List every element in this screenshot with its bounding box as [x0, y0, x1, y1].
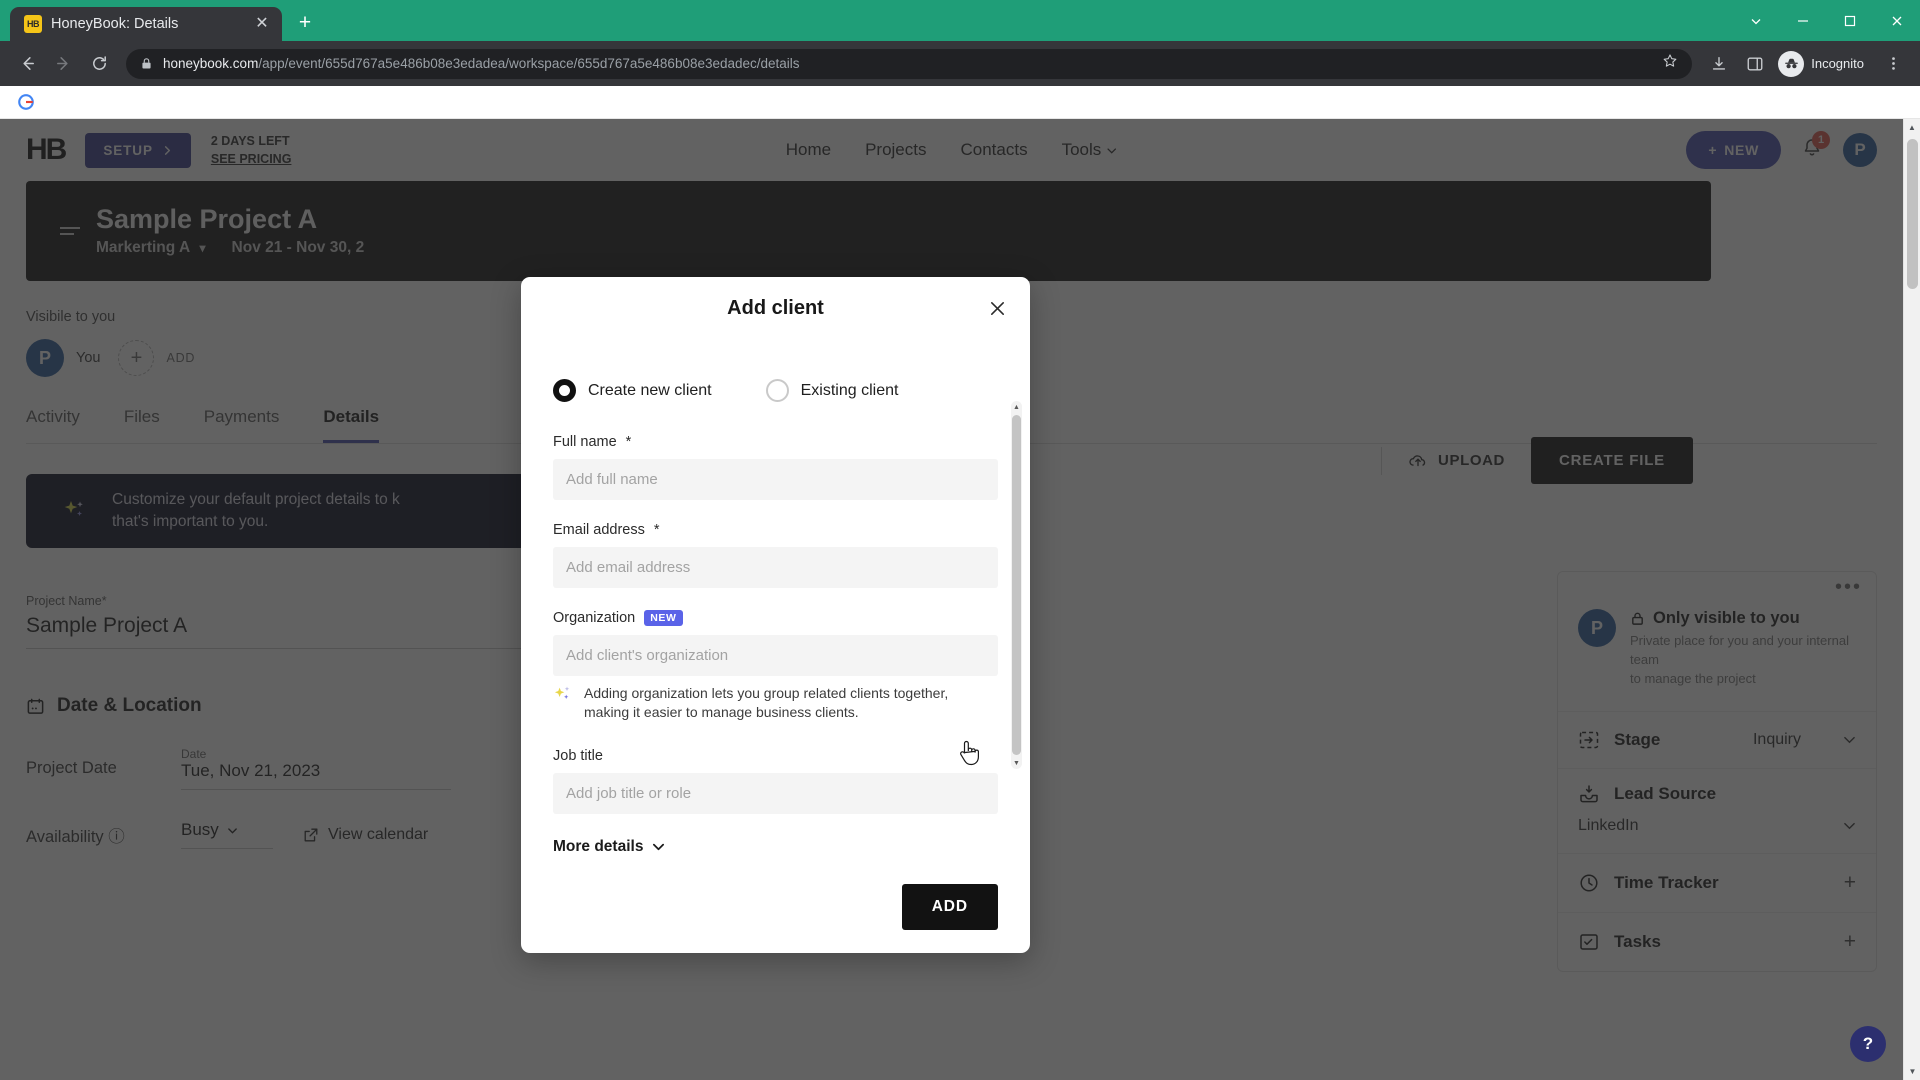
- new-tab-button[interactable]: +: [288, 5, 322, 39]
- modal-title: Add client: [727, 296, 824, 319]
- job-title-input[interactable]: Add job title or role: [553, 772, 998, 814]
- organization-input[interactable]: Add client's organization: [553, 635, 998, 676]
- close-icon[interactable]: [982, 293, 1012, 323]
- more-details-label: More details: [553, 837, 644, 855]
- add-button[interactable]: ADD: [901, 884, 998, 930]
- modal-footer: ADD: [521, 861, 1030, 953]
- radio-existing-client[interactable]: Existing client: [765, 379, 899, 402]
- page-viewport: HB SETUP 2 DAYS LEFT SEE PRICING Home Pr…: [0, 119, 1920, 1080]
- address-bar[interactable]: honeybook.com/app/event/655d767a5e486b08…: [126, 48, 1693, 79]
- organization-hint-text: Adding organization lets you group relat…: [584, 684, 948, 722]
- three-dot-menu-icon[interactable]: [1876, 47, 1910, 81]
- client-type-radio-group: Create new client Existing client: [553, 379, 998, 402]
- mouse-cursor-pointer-icon: [960, 740, 979, 766]
- modal-scrollbar[interactable]: ▲ ▼: [1011, 401, 1022, 769]
- tab-search-chevron-icon[interactable]: [1732, 0, 1779, 41]
- incognito-icon: [1778, 50, 1805, 77]
- organization-hint-line1: Adding organization lets you group relat…: [584, 685, 949, 701]
- bookmark-star-icon[interactable]: [1662, 53, 1678, 74]
- job-title-field: Job title Add job title or role: [553, 748, 998, 814]
- incognito-profile-button[interactable]: Incognito: [1774, 48, 1874, 80]
- required-marker: *: [625, 434, 632, 450]
- job-title-label: Job title: [553, 747, 603, 764]
- lock-icon: [140, 57, 153, 70]
- radio-create-new-client-label: Create new client: [588, 381, 712, 399]
- full-name-label-text: Full name: [553, 434, 617, 450]
- chevron-down-icon: [653, 844, 665, 851]
- modal-scroll-down-arrow-icon[interactable]: ▼: [1011, 757, 1022, 769]
- back-arrow-icon[interactable]: [10, 47, 44, 81]
- side-panel-icon[interactable]: [1738, 47, 1772, 81]
- required-marker: *: [653, 522, 660, 538]
- google-g-icon: [18, 94, 34, 110]
- modal-header: Add client: [521, 277, 1030, 339]
- browser-tab[interactable]: HB HoneyBook: Details ✕: [10, 7, 282, 41]
- url-text: honeybook.com/app/event/655d767a5e486b08…: [163, 56, 800, 71]
- radio-create-new-client[interactable]: Create new client: [553, 379, 712, 402]
- incognito-label: Incognito: [1811, 56, 1864, 71]
- email-address-label-text: Email address: [553, 522, 645, 538]
- reload-icon[interactable]: [82, 47, 116, 81]
- scroll-up-arrow-icon[interactable]: ▲: [1904, 119, 1920, 136]
- tab-title: HoneyBook: Details: [51, 16, 179, 32]
- browser-toolbar: honeybook.com/app/event/655d767a5e486b08…: [0, 41, 1920, 86]
- organization-label: Organization NEW: [553, 610, 998, 626]
- tab-strip: HB HoneyBook: Details ✕ +: [0, 0, 1920, 41]
- organization-hint-line2: making it easier to manage business clie…: [584, 703, 859, 720]
- forward-arrow-icon[interactable]: [46, 47, 80, 81]
- email-address-label: Email address *: [553, 522, 998, 538]
- browser-window: HB HoneyBook: Details ✕ + honeybook.com/…: [0, 0, 1920, 1080]
- window-minimize-button[interactable]: [1779, 0, 1826, 41]
- help-button[interactable]: ?: [1850, 1026, 1886, 1062]
- full-name-input[interactable]: Add full name: [553, 459, 998, 500]
- scroll-down-arrow-icon[interactable]: ▼: [1904, 1063, 1920, 1080]
- window-maximize-button[interactable]: [1826, 0, 1873, 41]
- full-name-field: Full name * Add full name: [553, 434, 998, 500]
- radio-unselected-icon: [765, 379, 789, 402]
- modal-scroll-up-arrow-icon[interactable]: ▲: [1011, 401, 1022, 413]
- bookmark-item[interactable]: [12, 91, 40, 113]
- more-details-toggle[interactable]: More details: [553, 838, 998, 856]
- radio-existing-client-label: Existing client: [800, 381, 899, 399]
- organization-label-text: Organization: [553, 610, 636, 626]
- add-client-modal: Add client Create new client Existing cl…: [521, 277, 1030, 953]
- modal-scrollbar-thumb[interactable]: [1012, 415, 1021, 755]
- page-scrollbar-thumb[interactable]: [1907, 139, 1918, 289]
- radio-selected-icon: [553, 379, 576, 402]
- url-path: /app/event/655d767a5e486b08e3edadea/work…: [258, 56, 800, 71]
- window-controls: [1732, 0, 1920, 41]
- url-host: honeybook.com: [163, 56, 259, 71]
- new-badge: NEW: [644, 610, 683, 626]
- email-address-input[interactable]: Add email address: [553, 547, 998, 588]
- window-close-button[interactable]: [1873, 0, 1920, 41]
- organization-field: Organization NEW Add client's organizati…: [553, 610, 998, 676]
- download-icon[interactable]: [1702, 47, 1736, 81]
- bookmarks-bar: [0, 86, 1920, 119]
- sparkle-icon: [554, 686, 570, 699]
- page-scrollbar[interactable]: ▲ ▼: [1903, 119, 1920, 1080]
- honeybook-favicon-icon: HB: [24, 15, 42, 33]
- organization-hint: Adding organization lets you group relat…: [553, 684, 998, 722]
- full-name-label: Full name *: [553, 434, 998, 450]
- tab-close-icon[interactable]: ✕: [252, 14, 272, 34]
- modal-body: Create new client Existing client Full n…: [521, 339, 1030, 861]
- email-address-field: Email address * Add email address: [553, 522, 998, 588]
